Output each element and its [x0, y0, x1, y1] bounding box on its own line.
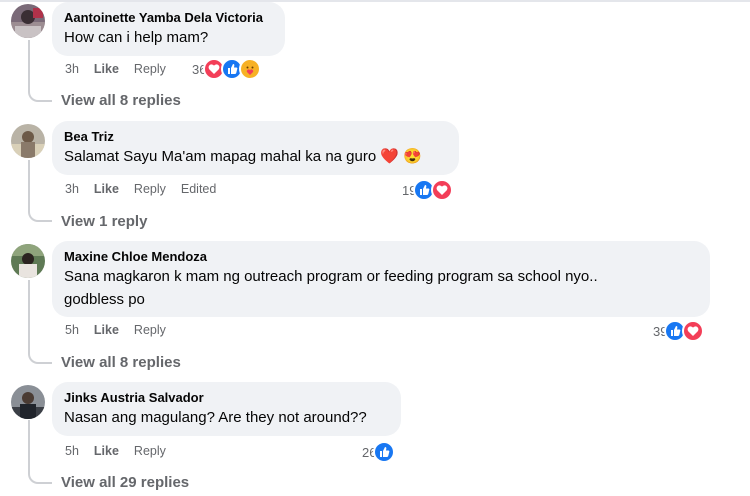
avatar[interactable] — [11, 124, 45, 158]
reply-button[interactable]: Reply — [134, 322, 166, 338]
reaction-summary[interactable]: 19 — [402, 179, 454, 201]
comment-author[interactable]: Maxine Chloe Mendoza — [64, 248, 698, 265]
comment-author[interactable]: Aantoinette Yamba Dela Victoria — [64, 9, 273, 26]
comment-text: How can i help mam? — [64, 29, 209, 46]
avatar[interactable] — [11, 244, 45, 278]
comment-bubble: Maxine Chloe Mendoza Sana magkaron k mam… — [52, 241, 710, 317]
thread-line — [28, 160, 30, 210]
avatar[interactable] — [11, 4, 45, 38]
view-replies-link[interactable]: View 1 reply — [61, 212, 147, 231]
comment-text-line-1: Sana magkaron k mam ng outreach program … — [64, 268, 598, 285]
comment-time[interactable]: 3h — [65, 61, 79, 77]
comment-text: Salamat Sayu Ma'am mapag mahal ka na gur… — [64, 148, 422, 165]
comment-actions: 3h Like Reply Edited — [65, 181, 231, 197]
like-button[interactable]: Like — [94, 443, 119, 459]
reply-button[interactable]: Reply — [134, 443, 166, 459]
comment-time[interactable]: 3h — [65, 181, 79, 197]
thread-line — [28, 420, 30, 472]
comment-author[interactable]: Bea Triz — [64, 128, 447, 145]
heart-reaction-icon — [682, 320, 705, 342]
reply-connector — [28, 90, 52, 102]
comment-bubble: Aantoinette Yamba Dela Victoria How can … — [52, 2, 285, 56]
comment-bubble: Bea Triz Salamat Sayu Ma'am mapag mahal … — [52, 121, 459, 175]
thread-line — [28, 40, 30, 90]
like-reaction-icon — [373, 441, 396, 463]
like-button[interactable]: Like — [94, 322, 119, 338]
edited-label: Edited — [180, 182, 217, 196]
avatar[interactable] — [11, 385, 45, 419]
comment-actions: 3h Like Reply — [65, 61, 181, 77]
comment-time[interactable]: 5h — [65, 322, 79, 338]
reply-button[interactable]: Reply — [134, 61, 166, 77]
comments-section: Aantoinette Yamba Dela Victoria How can … — [0, 0, 750, 496]
view-replies-link[interactable]: View all 29 replies — [61, 473, 189, 492]
reply-connector — [28, 472, 52, 484]
comment-text: Nasan ang magulang? Are they not around?… — [64, 409, 367, 426]
reaction-summary[interactable]: 26 — [362, 441, 396, 463]
reply-connector — [28, 352, 52, 364]
comment-time[interactable]: 5h — [65, 443, 79, 459]
heart-reaction-icon — [431, 179, 454, 201]
like-button[interactable]: Like — [94, 61, 119, 77]
care-reaction-icon — [239, 58, 262, 80]
comment-text-line-2: godbless po — [64, 291, 145, 308]
comment-bubble: Jinks Austria Salvador Nasan ang magulan… — [52, 382, 401, 436]
comment-author[interactable]: Jinks Austria Salvador — [64, 389, 389, 406]
thread-line — [28, 280, 30, 352]
like-button[interactable]: Like — [94, 181, 119, 197]
reply-button[interactable]: Reply — [134, 181, 166, 197]
reaction-summary[interactable]: 36 — [192, 58, 262, 80]
view-replies-link[interactable]: View all 8 replies — [61, 91, 181, 110]
reply-connector — [28, 210, 52, 222]
comment-actions: 5h Like Reply — [65, 322, 181, 338]
comment-actions: 5h Like Reply — [65, 443, 181, 459]
reaction-summary[interactable]: 39 — [653, 320, 705, 342]
view-replies-link[interactable]: View all 8 replies — [61, 353, 181, 372]
